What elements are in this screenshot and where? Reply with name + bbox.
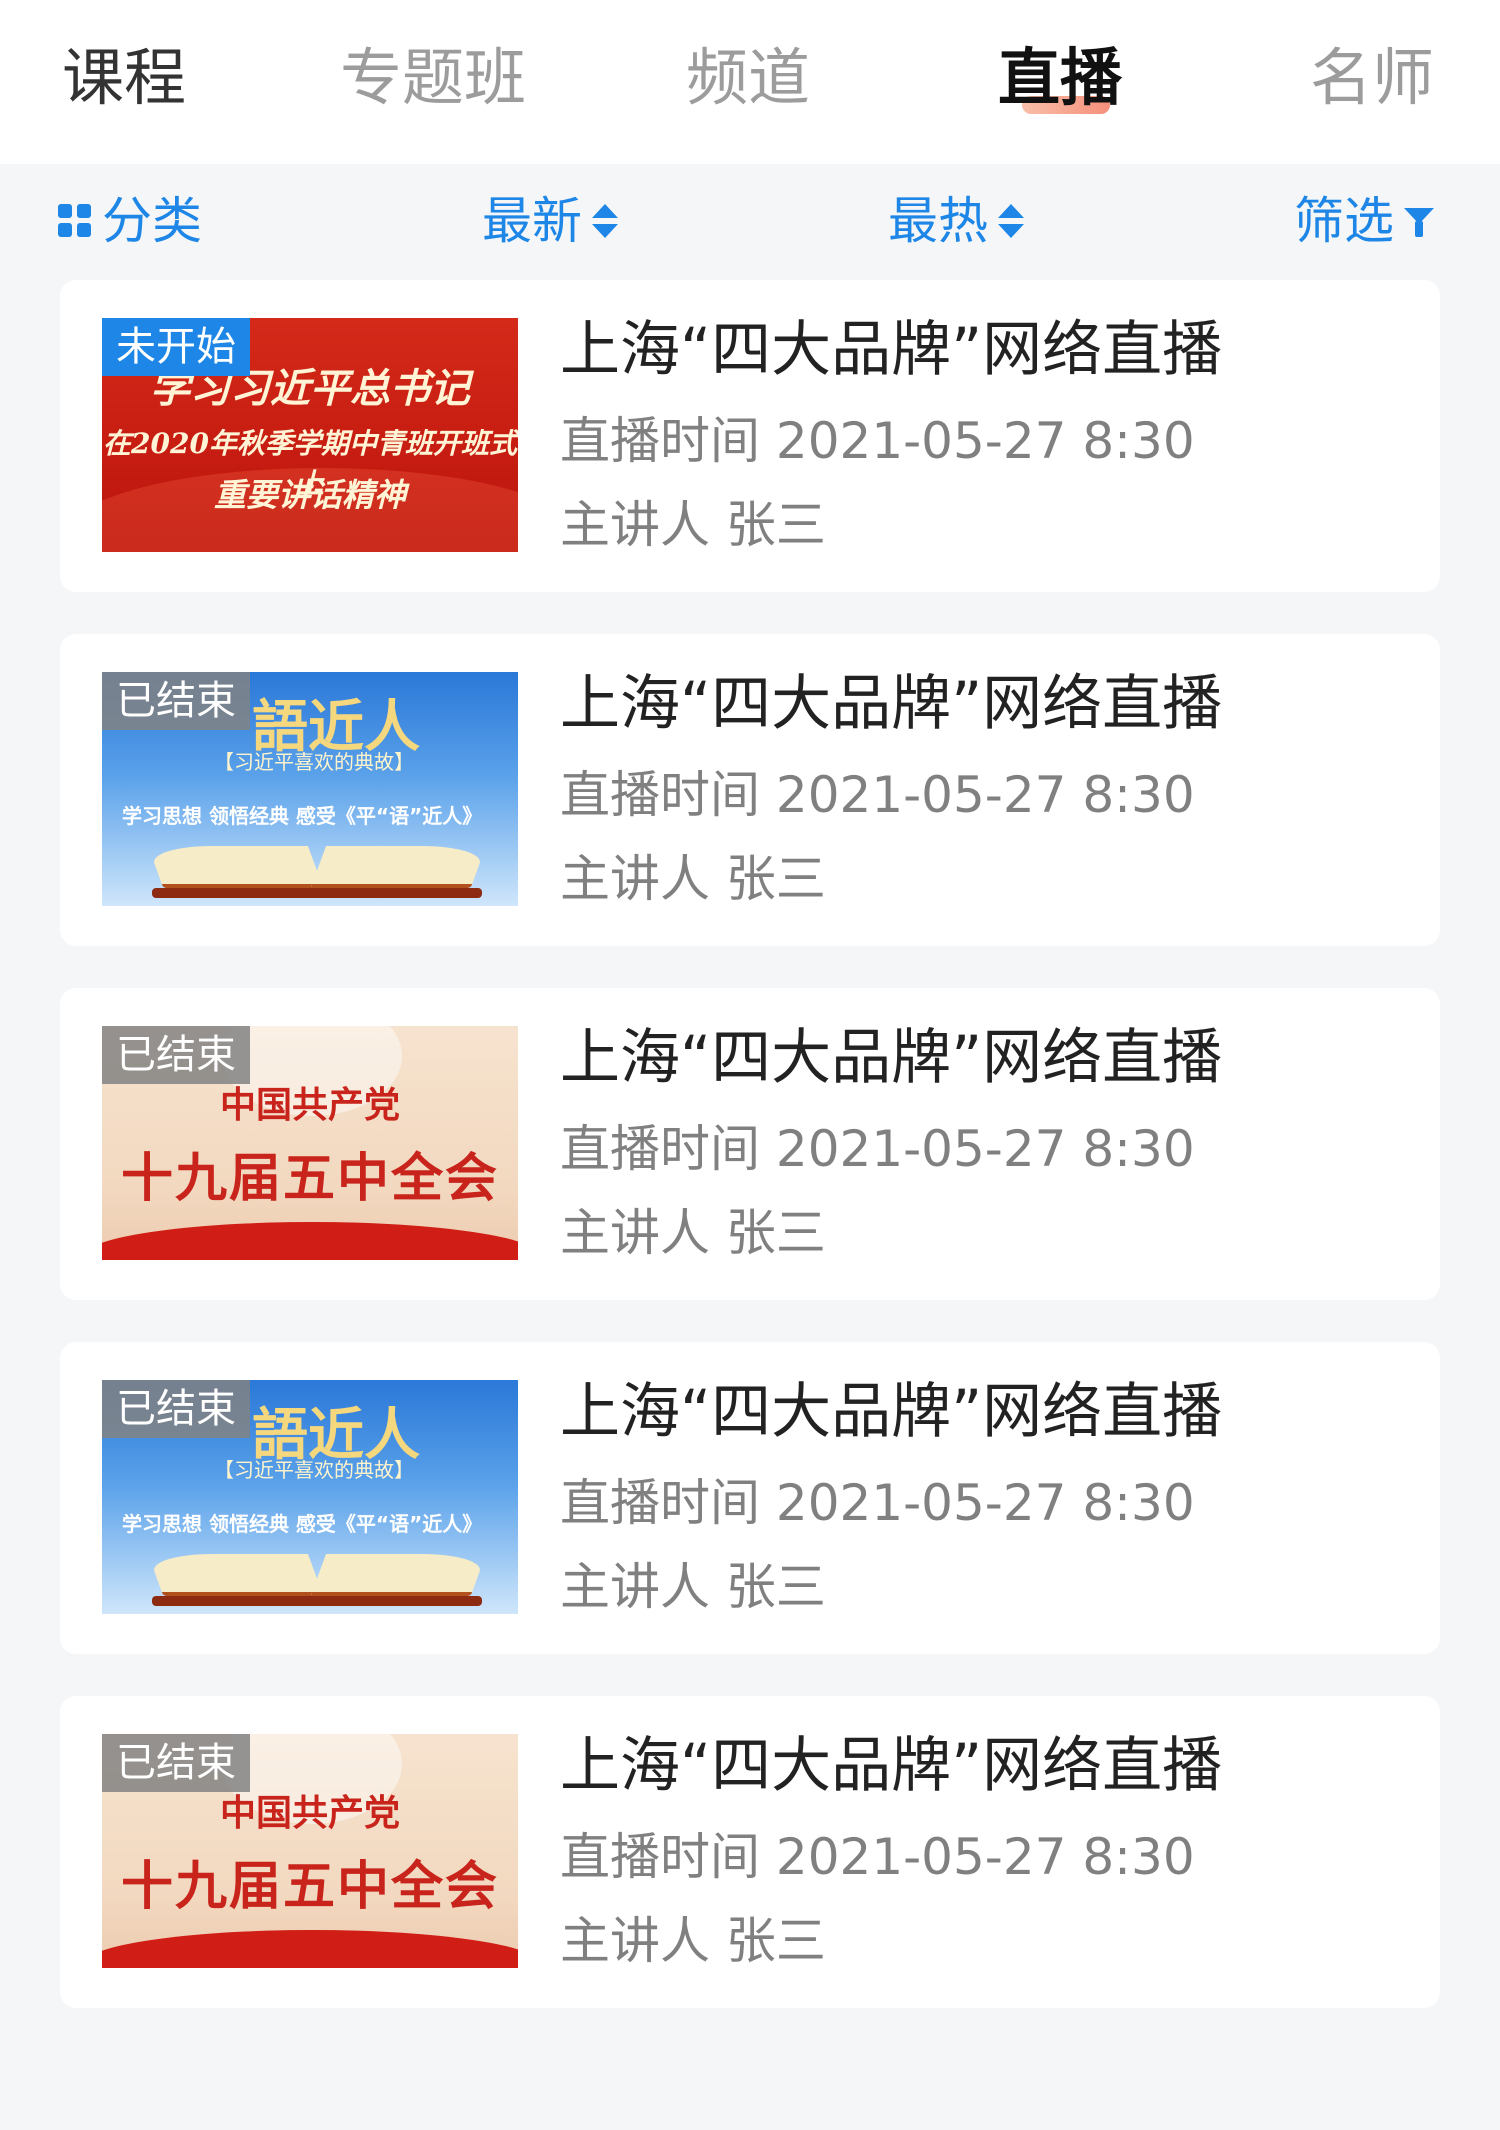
live-thumbnail: 語近人 【习近平喜欢的典故】 学习思想 领悟经典 感受《平“语”近人》 已结束 (102, 672, 518, 906)
live-time: 直播时间 2021-05-27 8:30 (560, 1828, 1195, 1886)
live-time: 直播时间 2021-05-27 8:30 (560, 412, 1195, 470)
sort-arrows-icon (592, 204, 618, 238)
live-title: 上海“四大品牌”网络直播 (560, 1377, 1223, 1447)
live-title: 上海“四大品牌”网络直播 (560, 669, 1223, 739)
thumbnail-text: 十九届五中全会 (120, 1856, 499, 1917)
book-illustration (147, 840, 487, 900)
category-label: 分类 (102, 192, 202, 250)
live-speaker: 主讲人 张三 (560, 850, 826, 908)
filter-label: 筛选 (1294, 192, 1394, 250)
live-speaker: 主讲人 张三 (560, 496, 826, 554)
live-speaker: 主讲人 张三 (560, 1204, 826, 1262)
live-title: 上海“四大品牌”网络直播 (560, 315, 1223, 385)
filter-button[interactable]: 筛选 (1294, 186, 1438, 256)
tab-courses[interactable]: 课程 (62, 38, 186, 118)
sort-hottest-label: 最热 (888, 192, 988, 250)
thumbnail-text: 学习思想 领悟经典 感受《平“语”近人》 (122, 1512, 483, 1536)
sort-latest-button[interactable]: 最新 (482, 186, 618, 256)
status-badge: 已结束 (102, 1734, 250, 1792)
live-thumbnail: 中国共产党 十九届五中全会 已结束 (102, 1026, 518, 1260)
sort-arrows-icon (998, 204, 1024, 238)
live-card[interactable]: 語近人 【习近平喜欢的典故】 学习思想 领悟经典 感受《平“语”近人》 已结束 … (60, 1342, 1440, 1654)
grid-icon (58, 204, 92, 238)
funnel-icon (1404, 204, 1438, 238)
thumbnail-text: 重要讲话精神 (213, 476, 406, 514)
live-thumbnail: 語近人 【习近平喜欢的典故】 学习思想 领悟经典 感受《平“语”近人》 已结束 (102, 1380, 518, 1614)
live-time: 直播时间 2021-05-27 8:30 (560, 766, 1195, 824)
live-card[interactable]: 語近人 【习近平喜欢的典故】 学习思想 领悟经典 感受《平“语”近人》 已结束 … (60, 634, 1440, 946)
live-speaker: 主讲人 张三 (560, 1912, 826, 1970)
live-card[interactable]: 中国共产党 十九届五中全会 已结束 上海“四大品牌”网络直播 直播时间 2021… (60, 1696, 1440, 2008)
tab-teachers[interactable]: 名师 (1310, 38, 1434, 118)
status-badge: 未开始 (102, 318, 250, 376)
live-card[interactable]: 学习习近平总书记 在2020年秋季学期中青班开班式上 重要讲话精神 未开始 上海… (60, 280, 1440, 592)
live-time: 直播时间 2021-05-27 8:30 (560, 1474, 1195, 1532)
live-speaker: 主讲人 张三 (560, 1558, 826, 1616)
status-badge: 已结束 (102, 1380, 250, 1438)
live-title: 上海“四大品牌”网络直播 (560, 1023, 1223, 1093)
live-time: 直播时间 2021-05-27 8:30 (560, 1120, 1195, 1178)
top-tab-bar: 课程 专题班 频道 直播 名师 (0, 0, 1500, 164)
status-badge: 已结束 (102, 1026, 250, 1084)
sort-latest-label: 最新 (482, 192, 582, 250)
sort-hottest-button[interactable]: 最热 (888, 186, 1024, 256)
filter-bar: 分类 最新 最热 筛选 (0, 164, 1500, 280)
live-thumbnail: 学习习近平总书记 在2020年秋季学期中青班开班式上 重要讲话精神 未开始 (102, 318, 518, 552)
category-button[interactable]: 分类 (58, 186, 202, 256)
thumbnail-text: 十九届五中全会 (120, 1148, 499, 1209)
thumbnail-text: 【习近平喜欢的典故】 (214, 750, 414, 774)
status-badge: 已结束 (102, 672, 250, 730)
book-illustration (147, 1548, 487, 1608)
tab-special-classes[interactable]: 专题班 (340, 38, 526, 118)
thumbnail-text: 学习思想 领悟经典 感受《平“语”近人》 (122, 804, 483, 828)
tab-live-label: 直播 (998, 41, 1123, 114)
tab-channels[interactable]: 频道 (686, 38, 810, 118)
tab-live[interactable]: 直播 (998, 38, 1122, 118)
live-thumbnail: 中国共产党 十九届五中全会 已结束 (102, 1734, 518, 1968)
live-card[interactable]: 中国共产党 十九届五中全会 已结束 上海“四大品牌”网络直播 直播时间 2021… (60, 988, 1440, 1300)
live-title: 上海“四大品牌”网络直播 (560, 1731, 1223, 1801)
thumbnail-text: 【习近平喜欢的典故】 (214, 1458, 414, 1482)
